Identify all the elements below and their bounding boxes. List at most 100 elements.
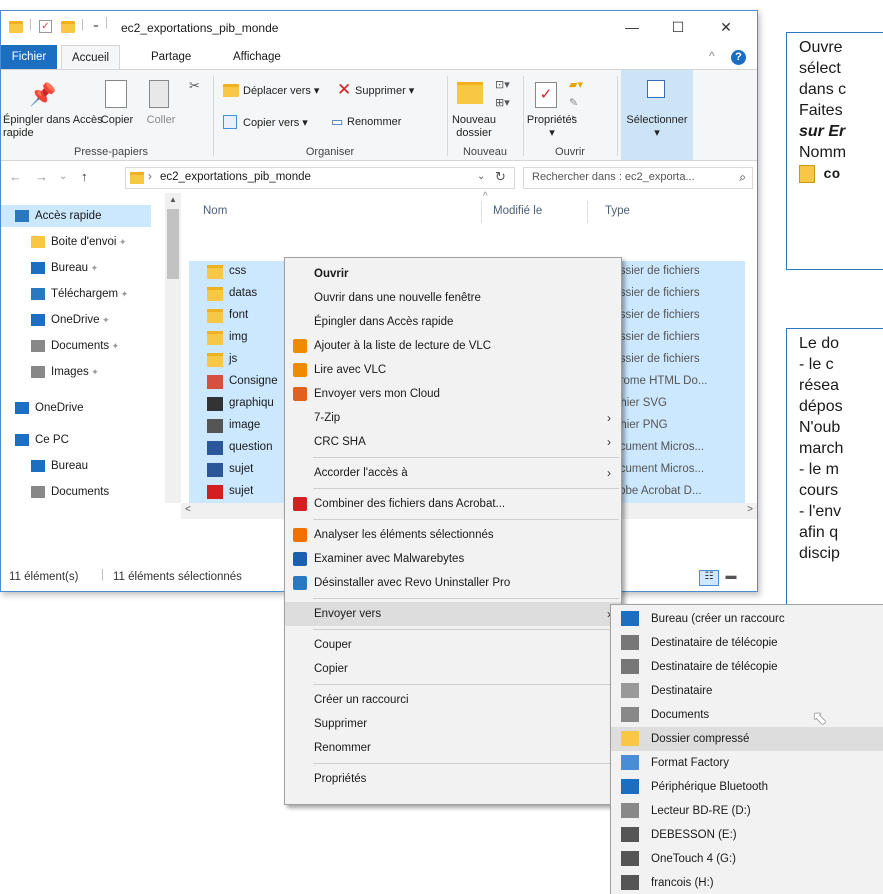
- context-menu-item[interactable]: Désinstaller avec Revo Uninstaller Pro: [285, 571, 621, 595]
- context-menu-item[interactable]: Supprimer: [285, 712, 621, 736]
- send-to-item[interactable]: OneTouch 4 (G:): [611, 847, 883, 871]
- nav-item[interactable]: Boite d'envoi ✦: [31, 231, 127, 253]
- context-menu-item[interactable]: Ajouter à la liste de lecture de VLC: [285, 334, 621, 358]
- context-menu-item[interactable]: CRC SHA ›: [285, 430, 621, 454]
- address-field[interactable]: › ec2_exportations_pib_monde: [125, 167, 515, 189]
- nav-item[interactable]: Images ✦: [31, 361, 99, 383]
- desktop-icon: [621, 611, 639, 626]
- nav-item[interactable]: Bureau ✦: [31, 257, 98, 279]
- context-menu-item[interactable]: Envoyer vers ›: [285, 602, 621, 626]
- item-count: 11 élément(s): [9, 571, 79, 583]
- instruction-box-2: Le do - le c résea dépos N'oub march - le m cou…: [786, 328, 883, 614]
- breadcrumb-chevron-icon[interactable]: ›: [148, 171, 152, 183]
- close-button[interactable]: ✕: [705, 15, 747, 39]
- context-menu-item[interactable]: Analyser les éléments sélectionnés: [285, 523, 621, 547]
- new-folder-button[interactable]: Nouveau dossier: [449, 114, 499, 140]
- new-folder-icon[interactable]: [61, 21, 75, 33]
- nav-item-label: Documents: [51, 486, 110, 498]
- properties-button[interactable]: Propriétés ▾: [525, 114, 579, 140]
- context-menu-item[interactable]: Examiner avec Malwarebytes: [285, 547, 621, 571]
- refresh-icon[interactable]: ↻: [495, 169, 506, 185]
- send-to-item[interactable]: Lecteur BD-RE (D:): [611, 799, 883, 823]
- file-name: sujet: [229, 463, 254, 475]
- send-to-item[interactable]: Format Factory: [611, 751, 883, 775]
- context-menu-item[interactable]: Copier: [285, 657, 621, 681]
- send-to-item[interactable]: Dossier compressé: [611, 727, 883, 751]
- nav-item[interactable]: OneDrive: [15, 397, 84, 419]
- send-to-item[interactable]: Destinataire: [611, 679, 883, 703]
- pin-quick-access-button[interactable]: Épingler dans Accès rapide: [3, 114, 103, 140]
- help-icon[interactable]: ?: [731, 50, 746, 65]
- send-to-item[interactable]: Destinataire de télécopie: [611, 631, 883, 655]
- select-button[interactable]: Sélectionner ▾: [623, 114, 691, 140]
- forward-arrow-icon[interactable]: →: [35, 169, 48, 184]
- send-to-item[interactable]: Bureau (créer un raccourc: [611, 607, 883, 631]
- minimize-button[interactable]: —: [611, 15, 653, 39]
- context-menu-item[interactable]: Envoyer vers mon Cloud: [285, 382, 621, 406]
- rename-button[interactable]: Renommer: [347, 116, 401, 128]
- column-header-type[interactable]: Type: [605, 205, 630, 217]
- context-menu-item[interactable]: 7-Zip ›: [285, 406, 621, 430]
- nav-item-label: Bureau: [51, 460, 89, 472]
- send-to-item[interactable]: Documents: [611, 703, 883, 727]
- nav-item[interactable]: Accès rapide: [1, 205, 151, 227]
- send-to-item[interactable]: Destinataire de télécopie: [611, 655, 883, 679]
- nav-scrollbar[interactable]: ▲: [165, 193, 181, 503]
- up-arrow-icon[interactable]: ↑: [81, 169, 88, 184]
- delete-button[interactable]: Supprimer ▾: [355, 84, 414, 97]
- menu-item-label: Destinataire de télécopie: [651, 661, 778, 673]
- context-menu-item[interactable]: Couper: [285, 633, 621, 657]
- context-menu-item[interactable]: Ouvrir: [285, 262, 621, 286]
- context-menu-item[interactable]: Combiner des fichiers dans Acrobat...: [285, 492, 621, 516]
- tab-affichage[interactable]: Affichage: [223, 45, 291, 69]
- nav-item[interactable]: Documents: [31, 481, 109, 503]
- context-menu-item[interactable]: Lire avec VLC: [285, 358, 621, 382]
- menu-item-label: OneTouch 4 (G:): [651, 853, 737, 865]
- context-menu-item[interactable]: Accorder l'accès à ›: [285, 461, 621, 485]
- context-menu-item[interactable]: Renommer: [285, 736, 621, 760]
- copy-to-button[interactable]: Copier vers ▾: [243, 116, 308, 129]
- new-item-icon[interactable]: ⊡▾: [495, 78, 510, 91]
- tab-fichier[interactable]: Fichier: [1, 45, 57, 69]
- back-arrow-icon[interactable]: ←: [9, 169, 22, 184]
- nav-item[interactable]: Ce PC: [15, 429, 69, 451]
- send-to-item[interactable]: DEBESSON (E:): [611, 823, 883, 847]
- context-menu-item[interactable]: Créer un raccourci: [285, 688, 621, 712]
- collapse-ribbon-icon[interactable]: ^: [709, 49, 715, 63]
- copy-button[interactable]: Copier: [97, 114, 137, 127]
- context-menu-item[interactable]: Ouvrir dans une nouvelle fenêtre: [285, 286, 621, 310]
- details-view-icon[interactable]: ☷: [699, 570, 719, 586]
- nav-item[interactable]: Bureau: [31, 455, 88, 477]
- properties-icon[interactable]: ✓: [39, 20, 52, 33]
- tab-accueil[interactable]: Accueil: [61, 45, 121, 69]
- customize-toolbar-icon[interactable]: ₌: [93, 18, 99, 31]
- cut-icon[interactable]: ✂: [189, 78, 200, 94]
- open-icon[interactable]: ▰▾: [569, 78, 583, 91]
- vlc-icon: [293, 339, 307, 353]
- nav-item[interactable]: OneDrive ✦: [31, 309, 110, 331]
- svg-icon: [207, 397, 223, 411]
- send-to-item[interactable]: francois (H:): [611, 871, 883, 894]
- column-header-name[interactable]: Nom: [203, 205, 227, 217]
- large-icons-view-icon[interactable]: ▬: [721, 570, 741, 586]
- recent-dropdown-icon[interactable]: ⌄: [59, 171, 67, 182]
- menu-item-label: Créer un raccourci: [314, 694, 409, 706]
- maximize-button[interactable]: ☐: [657, 15, 699, 39]
- column-header-modified[interactable]: Modifié le: [493, 205, 542, 217]
- context-menu-item[interactable]: Propriétés: [285, 767, 621, 791]
- search-input[interactable]: Rechercher dans : ec2_exporta... ⌕: [523, 167, 753, 189]
- nav-item-label: OneDrive: [35, 402, 84, 414]
- nav-item[interactable]: Documents ✦: [31, 335, 119, 357]
- paste-button[interactable]: Coller: [141, 114, 181, 127]
- edit-icon[interactable]: ✎: [569, 96, 578, 109]
- easy-access-icon[interactable]: ⊞▾: [495, 96, 510, 109]
- tab-partage[interactable]: Partage: [141, 45, 201, 69]
- context-menu-item[interactable]: Épingler dans Accès rapide: [285, 310, 621, 334]
- menu-item-label: Destinataire: [651, 685, 713, 697]
- move-to-button[interactable]: Déplacer vers ▾: [243, 84, 319, 97]
- send-to-item[interactable]: Périphérique Bluetooth: [611, 775, 883, 799]
- nav-item[interactable]: Téléchargem ✦: [31, 283, 128, 305]
- instruction-line: dépos: [799, 398, 843, 415]
- address-dropdown-icon[interactable]: ⌄: [477, 171, 485, 182]
- breadcrumb[interactable]: ec2_exportations_pib_monde: [160, 171, 311, 183]
